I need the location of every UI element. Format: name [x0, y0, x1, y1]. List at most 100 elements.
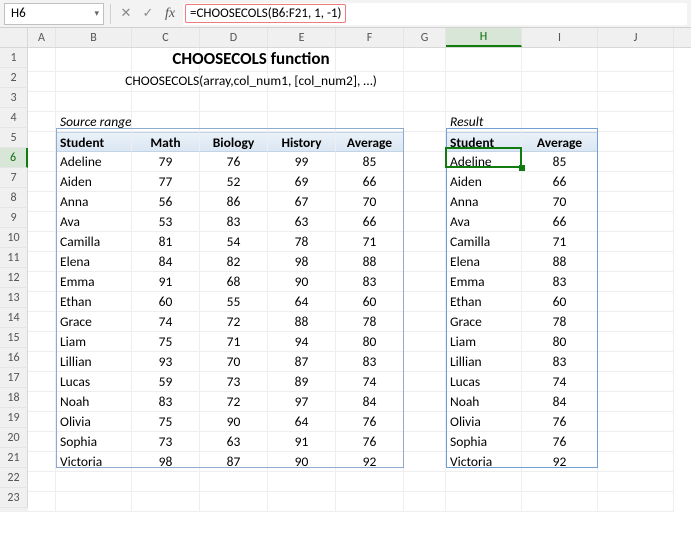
cell[interactable]: 70 [200, 352, 268, 372]
cell[interactable]: 88 [522, 252, 598, 272]
row-header-14[interactable]: 14 [0, 308, 28, 328]
cell[interactable]: 66 [522, 212, 598, 232]
cell[interactable] [28, 212, 56, 232]
cancel-icon[interactable]: ✕ [117, 6, 135, 21]
fx-icon[interactable]: fx [161, 6, 179, 22]
cell[interactable]: Ava [56, 212, 132, 232]
cell[interactable] [404, 312, 446, 332]
cell[interactable]: History [268, 132, 336, 152]
cell[interactable] [28, 152, 56, 172]
cell[interactable]: Olivia [446, 412, 522, 432]
row-header-21[interactable]: 21 [0, 448, 28, 468]
cell[interactable]: Emma [446, 272, 522, 292]
row-header-16[interactable]: 16 [0, 348, 28, 368]
cell[interactable]: 53 [132, 212, 200, 232]
cell[interactable] [522, 472, 598, 492]
cell[interactable]: 92 [522, 452, 598, 472]
cell[interactable]: 68 [200, 272, 268, 292]
cell[interactable] [336, 92, 404, 112]
cell[interactable]: Lucas [56, 372, 132, 392]
select-all-corner[interactable] [0, 28, 28, 47]
row-header-18[interactable]: 18 [0, 388, 28, 408]
cell[interactable] [404, 432, 446, 452]
cell[interactable]: Elena [446, 252, 522, 272]
cell[interactable]: 52 [200, 172, 268, 192]
cell[interactable]: 63 [200, 432, 268, 452]
cell[interactable] [28, 48, 56, 72]
cell[interactable] [404, 392, 446, 412]
cell[interactable]: 73 [132, 432, 200, 452]
cell[interactable] [598, 452, 674, 472]
cell[interactable]: 73 [200, 372, 268, 392]
cell[interactable]: 78 [522, 312, 598, 332]
cell[interactable]: Ethan [56, 292, 132, 312]
cell[interactable] [28, 472, 56, 492]
cell[interactable] [522, 72, 598, 92]
cell[interactable] [404, 472, 446, 492]
cell[interactable] [132, 492, 200, 512]
cell[interactable]: 78 [336, 312, 404, 332]
cell[interactable]: Anna [56, 192, 132, 212]
cell[interactable]: 99 [268, 152, 336, 172]
cell[interactable]: 80 [522, 332, 598, 352]
cell[interactable] [404, 452, 446, 472]
cell[interactable]: 76 [200, 152, 268, 172]
cell[interactable]: 75 [132, 412, 200, 432]
cell[interactable]: 72 [200, 312, 268, 332]
cell[interactable] [132, 472, 200, 492]
row-header-6[interactable]: 6 [0, 148, 28, 168]
cell[interactable]: Math [132, 132, 200, 152]
source-label[interactable]: Source range [56, 112, 132, 132]
cell[interactable]: Average [336, 132, 404, 152]
column-header-B[interactable]: B [56, 28, 132, 47]
row-header-5[interactable]: 5 [0, 128, 28, 148]
row-header-9[interactable]: 9 [0, 208, 28, 228]
cell[interactable]: 83 [522, 272, 598, 292]
column-header-D[interactable]: D [200, 28, 268, 47]
cell[interactable]: 84 [336, 392, 404, 412]
cell[interactable]: 76 [336, 412, 404, 432]
cell[interactable]: 83 [522, 352, 598, 372]
cell[interactable] [404, 252, 446, 272]
column-header-I[interactable]: I [522, 28, 598, 47]
row-header-23[interactable]: 23 [0, 488, 28, 508]
cell[interactable] [28, 272, 56, 292]
cell[interactable]: 88 [336, 252, 404, 272]
row-header-2[interactable]: 2 [0, 68, 28, 88]
cell[interactable]: 93 [132, 352, 200, 372]
cell[interactable] [200, 472, 268, 492]
cell[interactable]: 97 [268, 392, 336, 412]
cell[interactable]: Student [56, 132, 132, 152]
cell[interactable]: Victoria [446, 452, 522, 472]
cell[interactable] [268, 112, 336, 132]
cell[interactable] [598, 192, 674, 212]
cell[interactable]: 91 [268, 432, 336, 452]
cell[interactable]: 79 [132, 152, 200, 172]
cell[interactable] [404, 212, 446, 232]
cell[interactable]: 66 [336, 172, 404, 192]
cell[interactable] [28, 492, 56, 512]
cell[interactable] [446, 492, 522, 512]
cell[interactable]: 94 [268, 332, 336, 352]
cell[interactable] [522, 492, 598, 512]
cell[interactable] [446, 48, 522, 72]
cell[interactable] [598, 112, 674, 132]
result-label[interactable]: Result [446, 112, 522, 132]
row-header-20[interactable]: 20 [0, 428, 28, 448]
cell[interactable] [404, 112, 446, 132]
cell[interactable] [598, 492, 674, 512]
cell[interactable]: 66 [336, 212, 404, 232]
cell[interactable] [200, 92, 268, 112]
row-header-11[interactable]: 11 [0, 248, 28, 268]
cell[interactable]: 83 [336, 352, 404, 372]
cell[interactable]: 54 [200, 232, 268, 252]
cell[interactable] [28, 92, 56, 112]
column-header-A[interactable]: A [28, 28, 56, 47]
name-box[interactable]: H6 ▾ [4, 3, 104, 25]
formula-input[interactable]: =CHOOSECOLS(B6:F21, 1, -1) [183, 3, 687, 25]
cell[interactable] [598, 48, 674, 72]
cell[interactable]: 85 [336, 152, 404, 172]
cell[interactable]: 84 [522, 392, 598, 412]
cell[interactable]: 91 [132, 272, 200, 292]
cell[interactable]: Olivia [56, 412, 132, 432]
